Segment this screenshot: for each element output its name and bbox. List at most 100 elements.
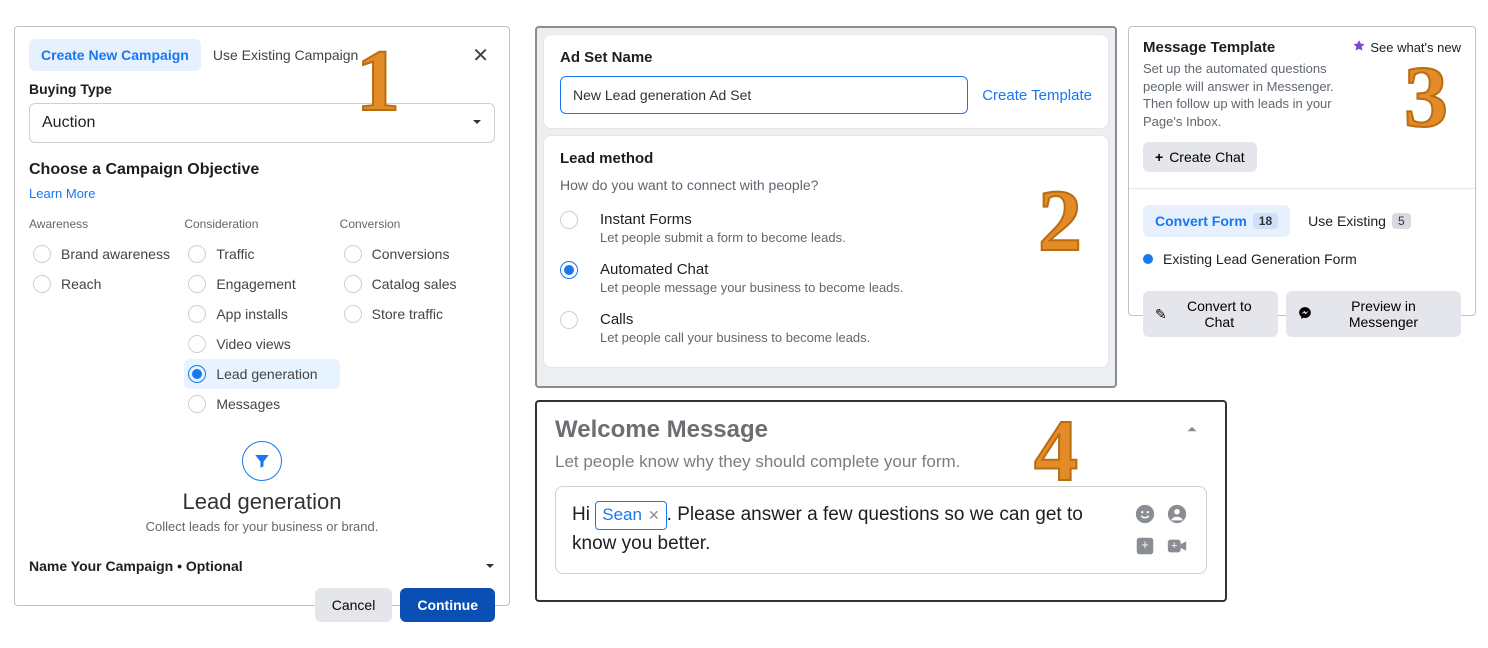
method-title: Calls — [600, 311, 870, 328]
col-head-consideration: Consideration — [184, 217, 339, 231]
col-head-awareness: Awareness — [29, 217, 184, 231]
messenger-icon — [1298, 306, 1312, 323]
panel-ad-set: Ad Set Name Create Template Lead method … — [535, 26, 1117, 388]
tag-label: Sean — [602, 503, 642, 528]
create-chat-label: Create Chat — [1169, 149, 1244, 165]
tab-create-new-campaign[interactable]: Create New Campaign — [29, 39, 201, 71]
see-whats-new-link[interactable]: See what's new — [1352, 39, 1461, 56]
selected-objective-summary: Lead generation Collect leads for your b… — [29, 441, 495, 534]
welcome-message-text[interactable]: Hi Sean✕. Please answer a few questions … — [572, 501, 1122, 559]
panel1-footer: Cancel Continue — [29, 588, 495, 622]
template-actions: ✎ Convert to Chat Preview in Messenger — [1143, 279, 1461, 337]
caret-down-icon — [472, 114, 482, 132]
convert-to-chat-button[interactable]: ✎ Convert to Chat — [1143, 291, 1278, 337]
obj-lead-generation[interactable]: Lead generation — [184, 359, 339, 389]
col-consideration: Consideration Traffic Engagement App ins… — [184, 217, 339, 419]
method-title: Instant Forms — [600, 211, 846, 228]
tab-use-existing[interactable]: Use Existing 5 — [1296, 205, 1423, 237]
card-lead-method: Lead method How do you want to connect w… — [543, 135, 1109, 368]
preview-in-messenger-button[interactable]: Preview in Messenger — [1286, 291, 1461, 337]
status-dot-icon — [1143, 254, 1153, 264]
method-instant-forms[interactable]: Instant Forms Let people submit a form t… — [560, 203, 1092, 253]
obj-label: Catalog sales — [372, 276, 457, 292]
tab-use-existing-campaign[interactable]: Use Existing Campaign — [201, 39, 371, 71]
objective-columns: Awareness Brand awareness Reach Consider… — [29, 217, 495, 419]
existing-form-row[interactable]: Existing Lead Generation Form — [1143, 251, 1461, 267]
buying-type-label: Buying Type — [29, 81, 495, 97]
add-video-icon[interactable]: + — [1164, 533, 1190, 559]
obj-engagement[interactable]: Engagement — [184, 269, 339, 299]
message-template-sub: Set up the automated questions people wi… — [1143, 60, 1343, 130]
obj-traffic[interactable]: Traffic — [184, 239, 339, 269]
obj-label: Messages — [216, 396, 280, 412]
btn-label: Preview in Messenger — [1318, 298, 1449, 330]
obj-catalog-sales[interactable]: Catalog sales — [340, 269, 495, 299]
buying-type-select[interactable]: Auction — [29, 103, 495, 143]
method-sub: Let people submit a form to become leads… — [600, 230, 846, 245]
chevron-down-icon — [485, 558, 495, 574]
cancel-button[interactable]: Cancel — [315, 588, 393, 622]
star-icon — [1352, 39, 1366, 56]
obj-label: Traffic — [216, 246, 254, 262]
learn-more-link[interactable]: Learn More — [29, 186, 95, 201]
obj-conversions[interactable]: Conversions — [340, 239, 495, 269]
panel-create-campaign: Create New Campaign Use Existing Campaig… — [14, 26, 510, 606]
tab-label: Use Existing — [1308, 213, 1386, 229]
method-automated-chat[interactable]: Automated Chat Let people message your b… — [560, 253, 1092, 303]
obj-label: Conversions — [372, 246, 450, 262]
campaign-tabs: Create New Campaign Use Existing Campaig… — [29, 39, 495, 71]
buying-type-value: Auction — [42, 114, 95, 132]
panel-welcome-message: Welcome Message Let people know why they… — [535, 400, 1227, 602]
close-icon[interactable]: ✕ — [466, 42, 495, 69]
adset-name-input[interactable] — [560, 76, 968, 114]
create-chat-button[interactable]: + Create Chat — [1143, 142, 1257, 172]
person-icon[interactable] — [1164, 501, 1190, 527]
welcome-title: Welcome Message — [555, 416, 768, 444]
col-head-conversion: Conversion — [340, 217, 495, 231]
welcome-sub: Let people know why they should complete… — [555, 452, 1207, 472]
method-sub: Let people call your business to become … — [600, 330, 870, 345]
message-template-title: Message Template — [1143, 39, 1343, 56]
pencil-icon: ✎ — [1155, 306, 1167, 323]
col-awareness: Awareness Brand awareness Reach — [29, 217, 184, 419]
obj-label: Lead generation — [216, 366, 317, 382]
btn-label: Convert to Chat — [1173, 298, 1266, 330]
chevron-up-icon — [1183, 426, 1201, 441]
obj-reach[interactable]: Reach — [29, 269, 184, 299]
remove-tag-icon[interactable]: ✕ — [648, 505, 660, 525]
obj-video-views[interactable]: Video views — [184, 329, 339, 359]
obj-brand-awareness[interactable]: Brand awareness — [29, 239, 184, 269]
selected-obj-title: Lead generation — [29, 489, 495, 515]
selected-obj-sub: Collect leads for your business or brand… — [29, 519, 495, 534]
create-template-link[interactable]: Create Template — [982, 87, 1092, 104]
tab-label: Convert Form — [1155, 213, 1247, 229]
collapse-toggle[interactable] — [1177, 419, 1207, 442]
obj-label: Store traffic — [372, 306, 443, 322]
template-tabs: Convert Form 18 Use Existing 5 — [1143, 205, 1461, 237]
editor-tools: + + — [1132, 501, 1190, 559]
svg-text:+: + — [1171, 540, 1177, 552]
obj-label: Engagement — [216, 276, 295, 292]
objective-title: Choose a Campaign Objective — [29, 161, 495, 179]
obj-label: App installs — [216, 306, 288, 322]
welcome-message-editor[interactable]: Hi Sean✕. Please answer a few questions … — [555, 486, 1207, 574]
tab-count-badge: 18 — [1253, 213, 1278, 229]
method-calls[interactable]: Calls Let people call your business to b… — [560, 303, 1092, 353]
method-sub: Let people message your business to beco… — [600, 280, 904, 295]
obj-messages[interactable]: Messages — [184, 389, 339, 419]
col-conversion: Conversion Conversions Catalog sales Sto… — [340, 217, 495, 419]
tab-convert-form[interactable]: Convert Form 18 — [1143, 205, 1290, 237]
add-image-icon[interactable]: + — [1132, 533, 1158, 559]
panel-message-template: Message Template Set up the automated qu… — [1128, 26, 1476, 316]
obj-store-traffic[interactable]: Store traffic — [340, 299, 495, 329]
obj-app-installs[interactable]: App installs — [184, 299, 339, 329]
existing-form-label: Existing Lead Generation Form — [1163, 251, 1357, 267]
method-title: Automated Chat — [600, 261, 904, 278]
emoji-icon[interactable] — [1132, 501, 1158, 527]
continue-button[interactable]: Continue — [400, 588, 495, 622]
name-tag[interactable]: Sean ✕ — [595, 501, 666, 530]
lead-method-title: Lead method — [560, 150, 1092, 167]
name-your-campaign-toggle[interactable]: Name Your Campaign • Optional — [29, 558, 495, 574]
tab-count-badge: 5 — [1392, 213, 1411, 229]
svg-text:+: + — [1141, 537, 1149, 552]
